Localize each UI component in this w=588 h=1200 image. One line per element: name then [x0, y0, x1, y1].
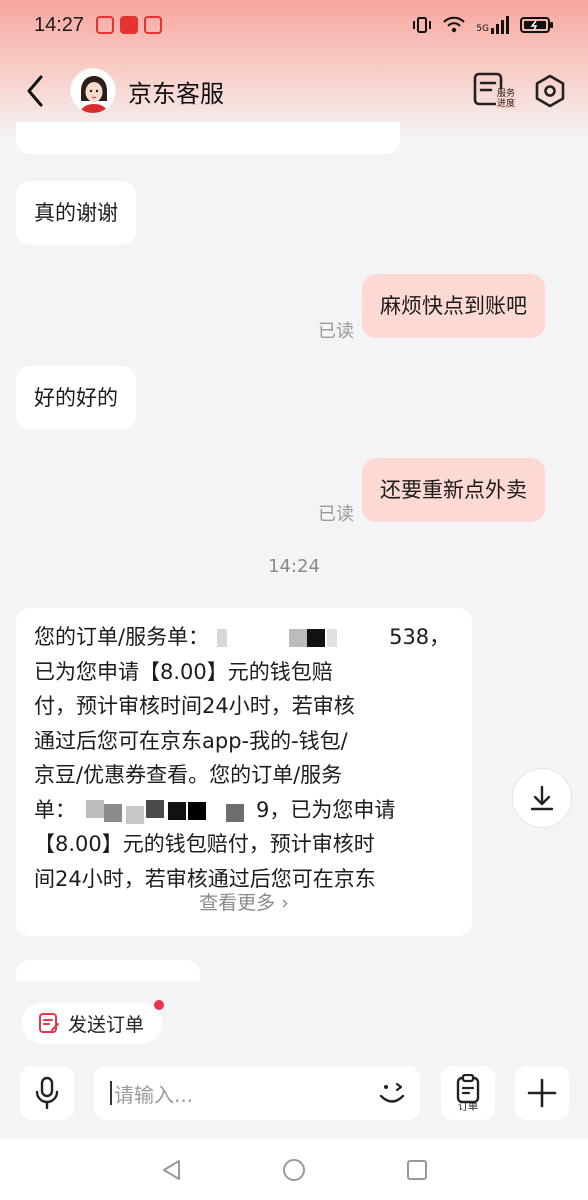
message-bubble-partial: [16, 960, 200, 982]
chevron-left-icon: [27, 75, 43, 107]
message-line: 【8.00】元的钱包赔付，预计审核时: [34, 832, 375, 856]
agent-avatar-icon: [71, 69, 115, 113]
message-text: 还要重新点外卖: [380, 478, 527, 502]
message-bubble[interactable]: 麻烦快点到账吧: [362, 274, 545, 338]
notification-app-icon: [96, 16, 115, 34]
notification-app-icon: [144, 16, 163, 34]
order-button-label: 订单: [458, 1101, 478, 1113]
arrow-down-icon: [530, 785, 554, 811]
message-text: 好的好的: [34, 386, 118, 410]
message-line: 京豆/优惠券查看。您的订单/服务: [34, 763, 343, 787]
plus-icon: [527, 1078, 557, 1108]
compensation-message[interactable]: 您的订单/服务单： 538， 已为您申请【8.00】元的钱包赔 付，预计审核时间…: [16, 608, 472, 936]
chat-title: 京东客服: [128, 79, 224, 108]
vibrate-icon: [413, 17, 432, 33]
status-bar: 14:27 5G: [0, 0, 588, 50]
read-status: 已读: [318, 504, 354, 525]
order-number-tail: 538，: [389, 625, 451, 649]
chat-header: 京东客服 服务进度: [0, 60, 588, 122]
network-type: 5G: [476, 24, 489, 34]
message-text: 真的谢谢: [34, 201, 118, 225]
status-system-icons: 5G: [412, 16, 554, 34]
message-input[interactable]: 请输入...: [94, 1066, 420, 1120]
system-navigation-bar: [0, 1138, 588, 1200]
message-bubble[interactable]: 还要重新点外卖: [362, 458, 545, 522]
message-bubble-partial: [16, 122, 400, 154]
message-bubble[interactable]: 好的好的: [16, 366, 136, 430]
message-line: 您的订单/服务单： 538，: [34, 625, 451, 649]
order-number-tail: 9，已为您申请: [256, 797, 396, 822]
service-progress-button[interactable]: 服务进度: [472, 71, 516, 111]
view-more-link[interactable]: 查看更多 ›: [16, 886, 472, 921]
order-edit-icon: [39, 1013, 59, 1033]
time-separator: 14:24: [268, 556, 320, 577]
nav-back-icon[interactable]: [160, 1158, 184, 1182]
notification-dot: [154, 1000, 165, 1010]
read-status: 已读: [318, 321, 354, 342]
nav-recents-icon[interactable]: [405, 1158, 429, 1182]
message-line: 付，预计审核时间24小时，若审核: [34, 694, 355, 718]
notification-app-icon: [120, 16, 139, 34]
input-bar: 请输入... 订单: [0, 1060, 588, 1126]
message-input-placeholder: 请输入...: [114, 1082, 194, 1107]
send-order-button[interactable]: 发送订单: [22, 1000, 165, 1044]
message-bubble[interactable]: 真的谢谢: [16, 181, 136, 245]
more-options-button[interactable]: [515, 1066, 569, 1120]
microphone-icon: [35, 1076, 59, 1110]
message-line: 通过后您可在京东app-我的-钱包/: [34, 728, 348, 753]
voice-input-button[interactable]: [20, 1066, 74, 1120]
signal-icon: [491, 16, 509, 34]
battery-icon: [520, 17, 553, 33]
nav-home-icon[interactable]: [282, 1158, 306, 1182]
send-order-label: 发送订单: [68, 1013, 145, 1036]
status-time: 14:27: [34, 13, 85, 36]
message-line: 已为您申请【8.00】元的钱包赔: [34, 659, 333, 684]
settings-icon[interactable]: [534, 74, 566, 108]
agent-avatar[interactable]: [70, 68, 116, 114]
redacted-order-number: [76, 799, 256, 824]
wifi-icon: [443, 16, 466, 33]
redacted-order-number: [209, 627, 389, 649]
text-caret: [110, 1081, 112, 1105]
scroll-to-bottom-button[interactable]: [512, 768, 572, 828]
status-notification-icons: [96, 16, 163, 34]
service-progress-label: 服务进度: [496, 89, 516, 109]
order-button[interactable]: 订单: [441, 1066, 495, 1120]
back-button[interactable]: [0, 60, 70, 122]
emoji-icon[interactable]: [374, 1075, 410, 1111]
message-line: 单： 9，已为您申请: [34, 797, 396, 824]
message-text: 麻烦快点到账吧: [380, 294, 527, 318]
chat-message-list[interactable]: 真的谢谢 已读 麻烦快点到账吧 好的好的 已读 还要重新点外卖 14:24 您的…: [0, 122, 588, 982]
